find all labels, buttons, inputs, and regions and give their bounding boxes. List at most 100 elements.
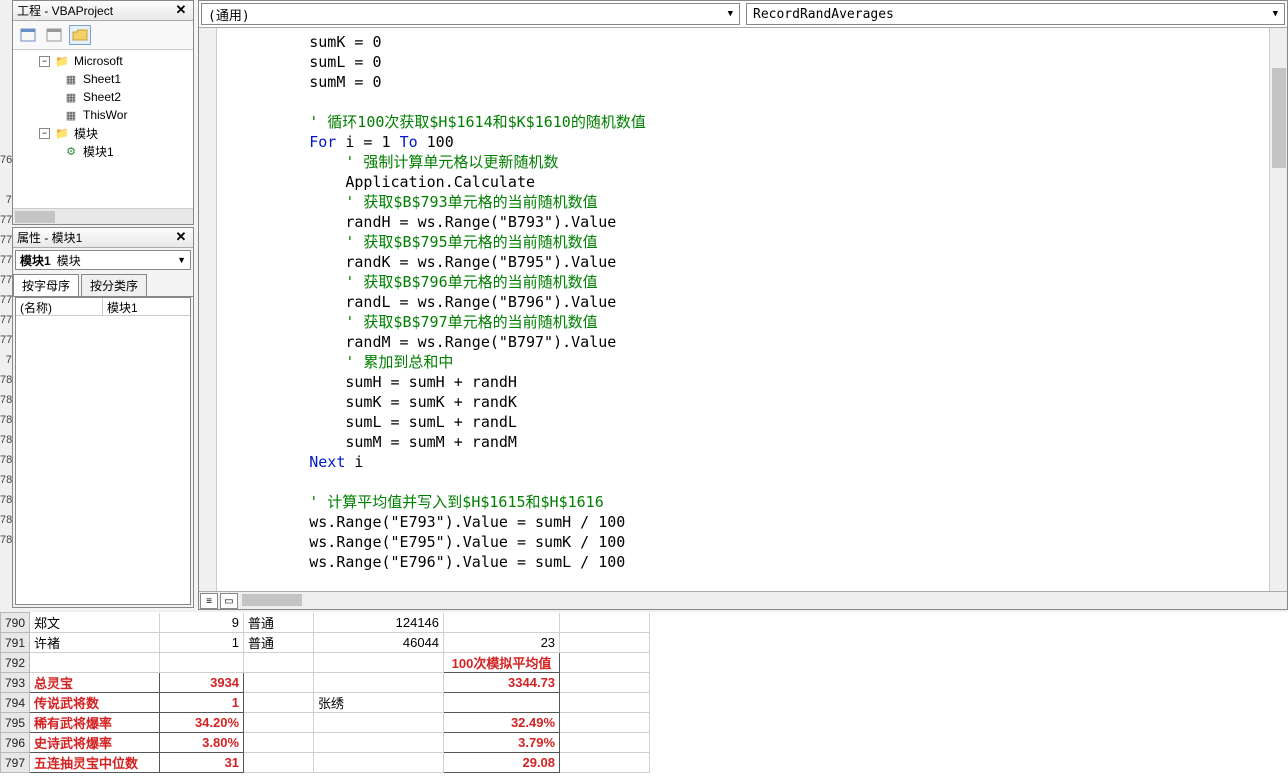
project-panel-title: 工程 - VBAProject bbox=[17, 2, 173, 19]
cell[interactable]: 34.20% bbox=[160, 713, 244, 733]
table-row: 793 总灵宝 3934 3344.73 bbox=[1, 673, 650, 693]
row-header[interactable]: 796 bbox=[1, 733, 30, 753]
tree-sheet2[interactable]: Sheet2 bbox=[83, 90, 121, 104]
cell[interactable]: 传说武将数 bbox=[30, 693, 160, 713]
folder-icon: 📁 bbox=[54, 54, 70, 68]
cell[interactable]: 总灵宝 bbox=[30, 673, 160, 693]
cell[interactable]: 3344.73 bbox=[444, 673, 560, 693]
row-header[interactable]: 795 bbox=[1, 713, 30, 733]
tree-collapse-icon[interactable]: − bbox=[39, 128, 50, 139]
cell[interactable]: 五连抽灵宝中位数 bbox=[30, 753, 160, 773]
cell[interactable] bbox=[560, 713, 650, 733]
cell[interactable]: 31 bbox=[160, 753, 244, 773]
workbook-icon: ▦ bbox=[63, 108, 79, 122]
prop-name-value[interactable]: 模块1 bbox=[103, 298, 190, 315]
cell[interactable]: 普通 bbox=[244, 633, 314, 653]
row-header[interactable]: 797 bbox=[1, 753, 30, 773]
cell[interactable] bbox=[244, 693, 314, 713]
cell[interactable]: 3934 bbox=[160, 673, 244, 693]
cell[interactable] bbox=[244, 753, 314, 773]
module-icon: ⚙ bbox=[63, 144, 79, 158]
cell[interactable]: 3.80% bbox=[160, 733, 244, 753]
cell[interactable]: 124146 bbox=[314, 613, 444, 633]
cell[interactable]: 9 bbox=[160, 613, 244, 633]
tree-thisworkbook[interactable]: ThisWor bbox=[83, 108, 127, 122]
prop-name-key: (名称) bbox=[16, 298, 103, 315]
cell[interactable]: 普通 bbox=[244, 613, 314, 633]
cell[interactable]: 郑文 bbox=[30, 613, 160, 633]
cell[interactable]: 1 bbox=[160, 693, 244, 713]
cell[interactable]: 许褚 bbox=[30, 633, 160, 653]
table-row: 791 许褚 1 普通 46044 23 bbox=[1, 633, 650, 653]
tree-modules-folder[interactable]: 模块 bbox=[74, 125, 98, 142]
cell[interactable]: 23 bbox=[444, 633, 560, 653]
cell-sim-header[interactable]: 100次模拟平均值 bbox=[444, 653, 560, 673]
full-module-view-button[interactable]: ▭ bbox=[220, 593, 238, 609]
cell[interactable]: 1 bbox=[160, 633, 244, 653]
cell[interactable] bbox=[244, 713, 314, 733]
properties-panel: 属性 - 模块1 ✕ 模块1 模块 ▼ 按字母序 按分类序 (名称) 模块1 bbox=[12, 227, 194, 608]
cell[interactable] bbox=[444, 693, 560, 713]
cell[interactable] bbox=[560, 673, 650, 693]
row-header[interactable]: 794 bbox=[1, 693, 30, 713]
code-vscrollbar[interactable] bbox=[1269, 28, 1287, 591]
cell[interactable] bbox=[160, 653, 244, 673]
row-header[interactable]: 791 bbox=[1, 633, 30, 653]
cell[interactable] bbox=[560, 753, 650, 773]
cell[interactable] bbox=[560, 693, 650, 713]
cell[interactable] bbox=[560, 633, 650, 653]
cell[interactable] bbox=[314, 653, 444, 673]
cell[interactable]: 张绣 bbox=[314, 693, 444, 713]
worksheet-grid[interactable]: 790 郑文 9 普通 124146 791 许褚 1 普通 46044 23 … bbox=[0, 612, 1288, 776]
toggle-folders-button[interactable] bbox=[69, 25, 91, 45]
tree-module1[interactable]: 模块1 bbox=[83, 143, 114, 160]
cell[interactable]: 46044 bbox=[314, 633, 444, 653]
cell[interactable] bbox=[560, 613, 650, 633]
cell[interactable]: 3.79% bbox=[444, 733, 560, 753]
properties-panel-close-icon[interactable]: ✕ bbox=[173, 231, 189, 245]
procedure-dropdown[interactable]: RecordRandAverages ▼ bbox=[746, 3, 1285, 25]
tree-sheet1[interactable]: Sheet1 bbox=[83, 72, 121, 86]
project-panel-close-icon[interactable]: ✕ bbox=[173, 4, 189, 18]
properties-object-dropdown[interactable]: 模块1 模块 ▼ bbox=[15, 250, 191, 270]
properties-panel-title: 属性 - 模块1 bbox=[17, 229, 173, 246]
cell[interactable] bbox=[314, 733, 444, 753]
project-toolbar bbox=[13, 21, 193, 50]
cell[interactable] bbox=[444, 613, 560, 633]
tree-collapse-icon[interactable]: − bbox=[39, 56, 50, 67]
props-tab-alphabetic[interactable]: 按字母序 bbox=[13, 274, 79, 296]
table-row: 790 郑文 9 普通 124146 bbox=[1, 613, 650, 633]
cell[interactable] bbox=[30, 653, 160, 673]
cell[interactable] bbox=[560, 733, 650, 753]
cell[interactable]: 32.49% bbox=[444, 713, 560, 733]
cell[interactable] bbox=[244, 653, 314, 673]
row-header[interactable]: 792 bbox=[1, 653, 30, 673]
code-margin bbox=[199, 28, 217, 591]
code-hscrollbar[interactable] bbox=[240, 593, 1286, 608]
chevron-down-icon: ▼ bbox=[728, 9, 733, 19]
cell[interactable]: 史诗武将爆率 bbox=[30, 733, 160, 753]
props-tab-categorized[interactable]: 按分类序 bbox=[81, 274, 147, 296]
properties-grid[interactable]: (名称) 模块1 bbox=[15, 297, 191, 605]
code-editor[interactable]: sumK = 0 sumL = 0 sumM = 0 ' 循环100次获取$H$… bbox=[217, 28, 1269, 591]
table-row: 794 传说武将数 1 张绣 bbox=[1, 693, 650, 713]
cell[interactable] bbox=[314, 673, 444, 693]
view-code-button[interactable] bbox=[17, 25, 39, 45]
cell[interactable]: 稀有武将爆率 bbox=[30, 713, 160, 733]
table-row: 796 史诗武将爆率 3.80% 3.79% bbox=[1, 733, 650, 753]
view-object-button[interactable] bbox=[43, 25, 65, 45]
project-tree[interactable]: − 📁 Microsoft ▦ Sheet1 ▦ Sheet2 ▦ ThisWo… bbox=[13, 50, 193, 208]
row-header[interactable]: 793 bbox=[1, 673, 30, 693]
procedure-view-button[interactable]: ≡ bbox=[200, 593, 218, 609]
project-tree-hscrollbar[interactable] bbox=[13, 208, 193, 224]
cell[interactable] bbox=[314, 713, 444, 733]
cell[interactable] bbox=[560, 653, 650, 673]
cell[interactable]: 29.08 bbox=[444, 753, 560, 773]
cell[interactable] bbox=[314, 753, 444, 773]
cell[interactable] bbox=[244, 673, 314, 693]
cell[interactable] bbox=[244, 733, 314, 753]
row-header[interactable]: 790 bbox=[1, 613, 30, 633]
folder-icon: 📁 bbox=[54, 126, 70, 140]
table-row: 797 五连抽灵宝中位数 31 29.08 bbox=[1, 753, 650, 773]
object-dropdown[interactable]: (通用) ▼ bbox=[201, 3, 740, 25]
